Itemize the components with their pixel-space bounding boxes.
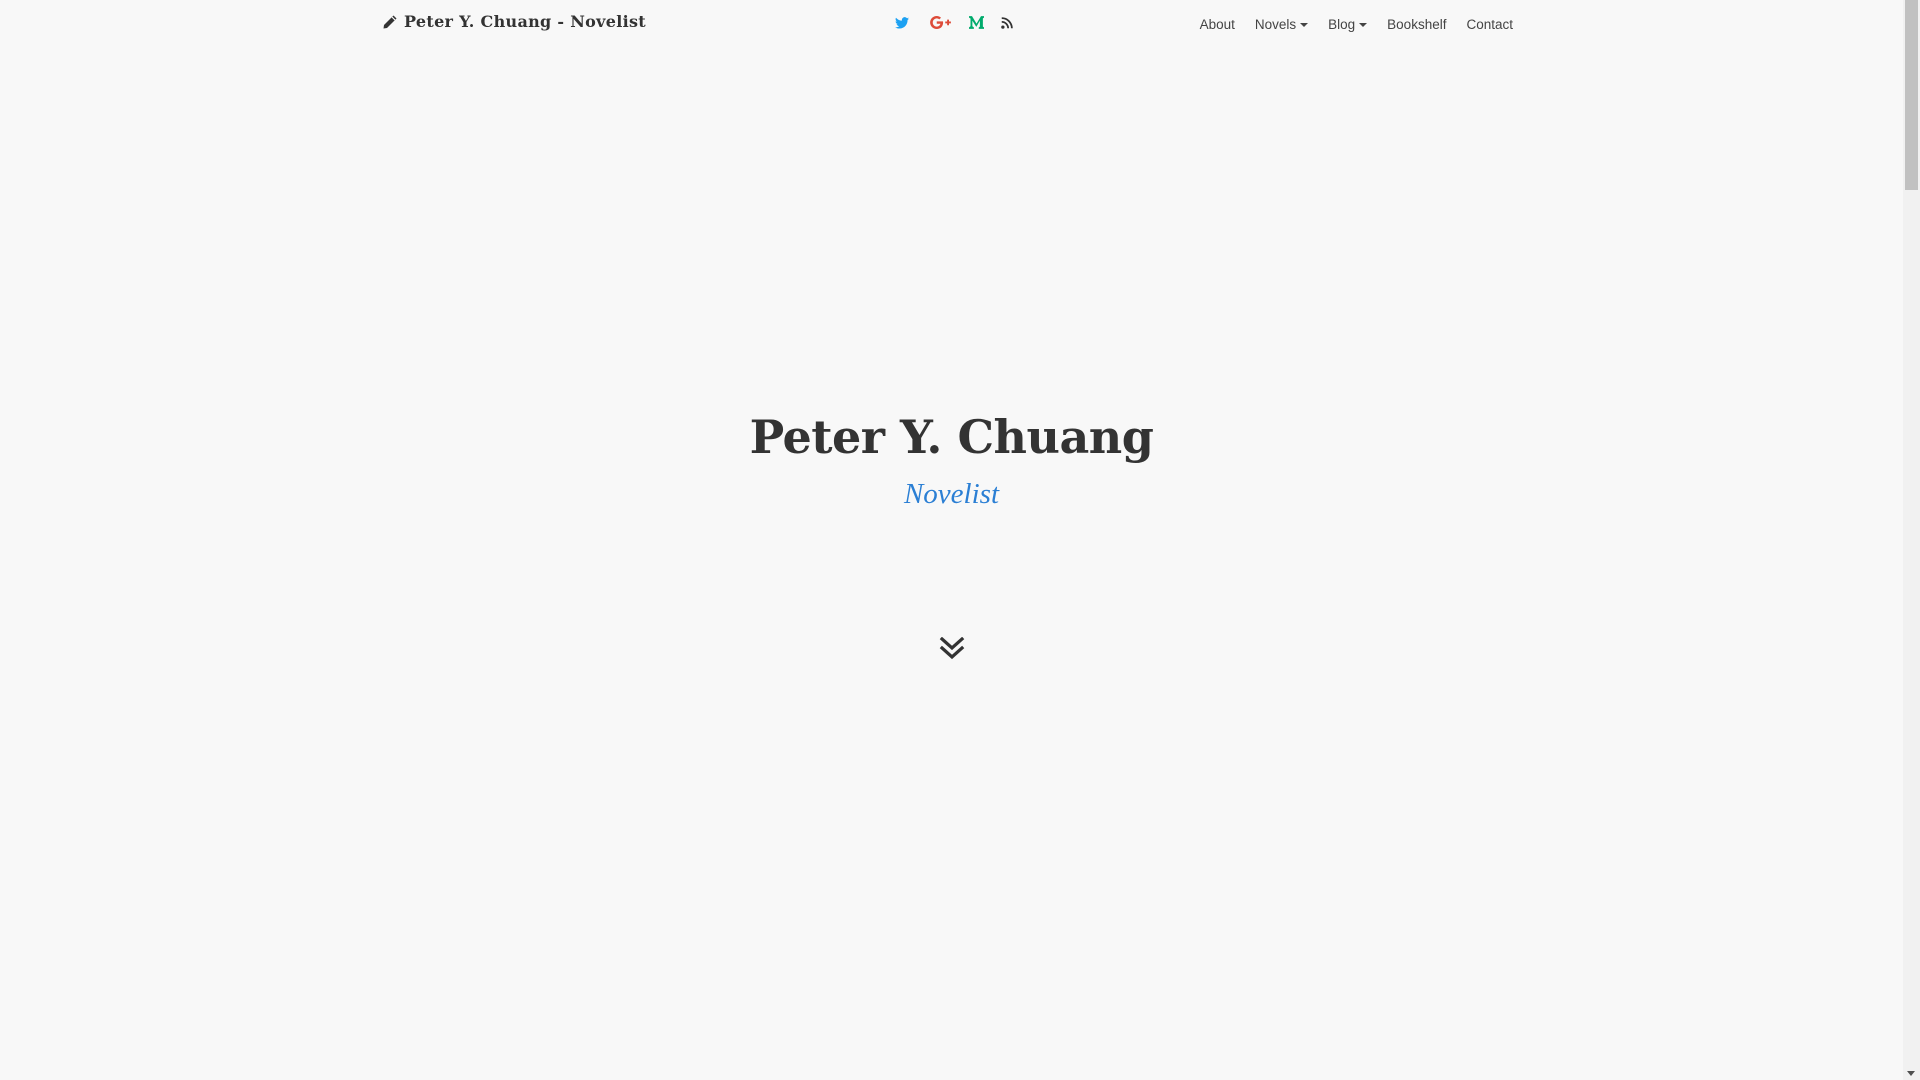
- scroll-down-button[interactable]: [937, 636, 967, 666]
- menu-item-label: About: [1199, 17, 1235, 32]
- google-plus-link[interactable]: [929, 15, 951, 35]
- rss-link[interactable]: [1000, 15, 1014, 35]
- pencil-icon: [382, 14, 398, 30]
- hero-subtitle: Novelist: [903, 478, 1000, 510]
- hero-title: Peter Y. Chuang: [749, 410, 1154, 464]
- social-links: [893, 15, 1014, 35]
- brand-link[interactable]: Peter Y. Chuang - Novelist: [382, 12, 646, 31]
- menu-item-label: Bookshelf: [1387, 17, 1447, 32]
- menu-item-blog[interactable]: Blog: [1328, 15, 1368, 34]
- medium-icon: [968, 16, 984, 34]
- menu-item-contact[interactable]: Contact: [1466, 15, 1513, 34]
- brand-label: Peter Y. Chuang - Novelist: [404, 12, 646, 31]
- caret-down-icon: [1300, 22, 1309, 27]
- medium-link[interactable]: [967, 15, 985, 35]
- menu-item-label: Novels: [1254, 17, 1297, 32]
- scrollbar-thumb[interactable]: [1905, 0, 1918, 190]
- navbar: Peter Y. Chuang - Novelist About Novels …: [0, 0, 1903, 50]
- twitter-link[interactable]: [893, 15, 911, 35]
- menu-item-bookshelf[interactable]: Bookshelf: [1387, 15, 1446, 34]
- menu-item-novels[interactable]: Novels: [1254, 15, 1309, 34]
- double-chevron-down-icon: [939, 636, 965, 666]
- page: Peter Y. Chuang - Novelist About Novels …: [0, 0, 1903, 1080]
- menu-item-label: Contact: [1466, 17, 1513, 32]
- rss-icon: [1001, 16, 1013, 34]
- menu-item-about[interactable]: About: [1200, 15, 1235, 34]
- page-scrollbar[interactable]: [1903, 0, 1920, 1080]
- main-menu: About Novels Blog Bookshelf Contact: [1180, 15, 1513, 34]
- menu-item-label: Blog: [1328, 17, 1356, 32]
- twitter-icon: [895, 16, 909, 34]
- caret-down-icon: [1359, 22, 1368, 27]
- scroll-arrow-down-icon[interactable]: [1907, 1071, 1915, 1076]
- google-plus-icon: [929, 16, 951, 34]
